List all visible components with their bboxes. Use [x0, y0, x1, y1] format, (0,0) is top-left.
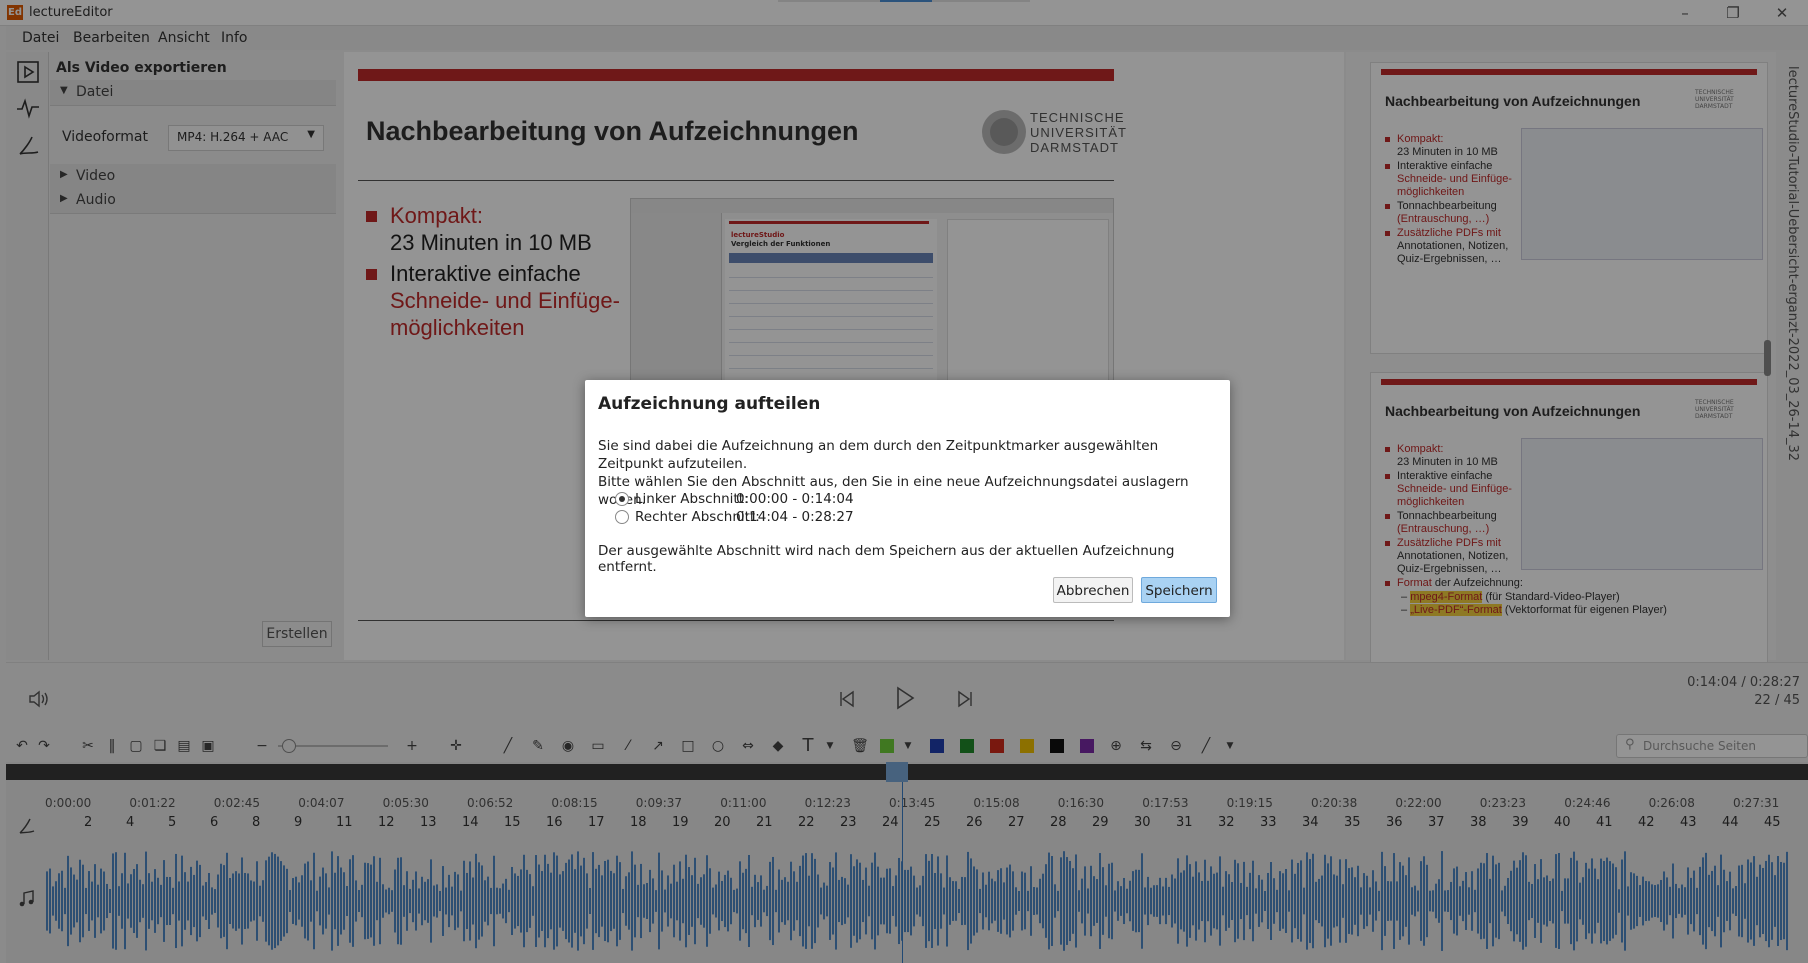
save-button[interactable]: Speichern [1141, 577, 1217, 603]
cancel-button[interactable]: Abbrechen [1053, 577, 1133, 603]
radio-button[interactable] [615, 510, 629, 524]
radio-left-label: Linker Abschnitt: [635, 491, 749, 507]
split-recording-dialog: Aufzeichnung aufteilen Sie sind dabei di… [585, 380, 1230, 617]
right-range-value: 0:14:04 - 0:28:27 [736, 509, 854, 525]
dialog-title: Aufzeichnung aufteilen [598, 394, 821, 414]
radio-button-selected[interactable] [615, 492, 629, 506]
left-range-value: 0:00:00 - 0:14:04 [736, 491, 854, 507]
dialog-note: Der ausgewählte Abschnitt wird nach dem … [598, 543, 1175, 575]
